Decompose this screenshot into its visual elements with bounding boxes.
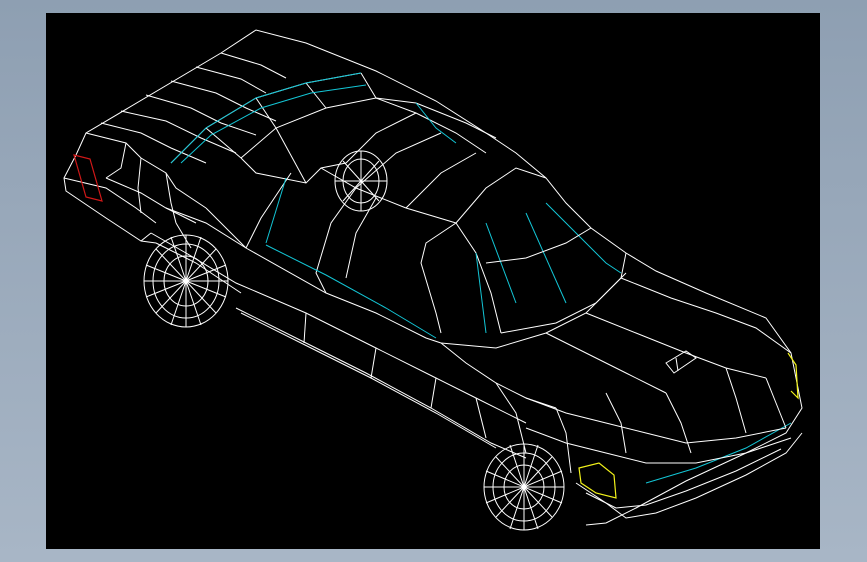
glass-edges — [170, 72, 792, 484]
taillight-shape — [73, 154, 103, 202]
headlight-shape — [578, 462, 617, 499]
trunk-panels — [63, 52, 287, 224]
front-left-wheel — [483, 443, 565, 531]
cad-viewport[interactable] — [46, 13, 820, 549]
side-panels — [150, 222, 527, 439]
body-outline — [63, 29, 803, 526]
hood-panels — [440, 227, 792, 474]
car-wireframe-drawing — [63, 29, 803, 531]
application-frame — [0, 0, 867, 562]
rear-right-wheel — [334, 150, 388, 212]
rear-left-wheel — [143, 234, 229, 328]
